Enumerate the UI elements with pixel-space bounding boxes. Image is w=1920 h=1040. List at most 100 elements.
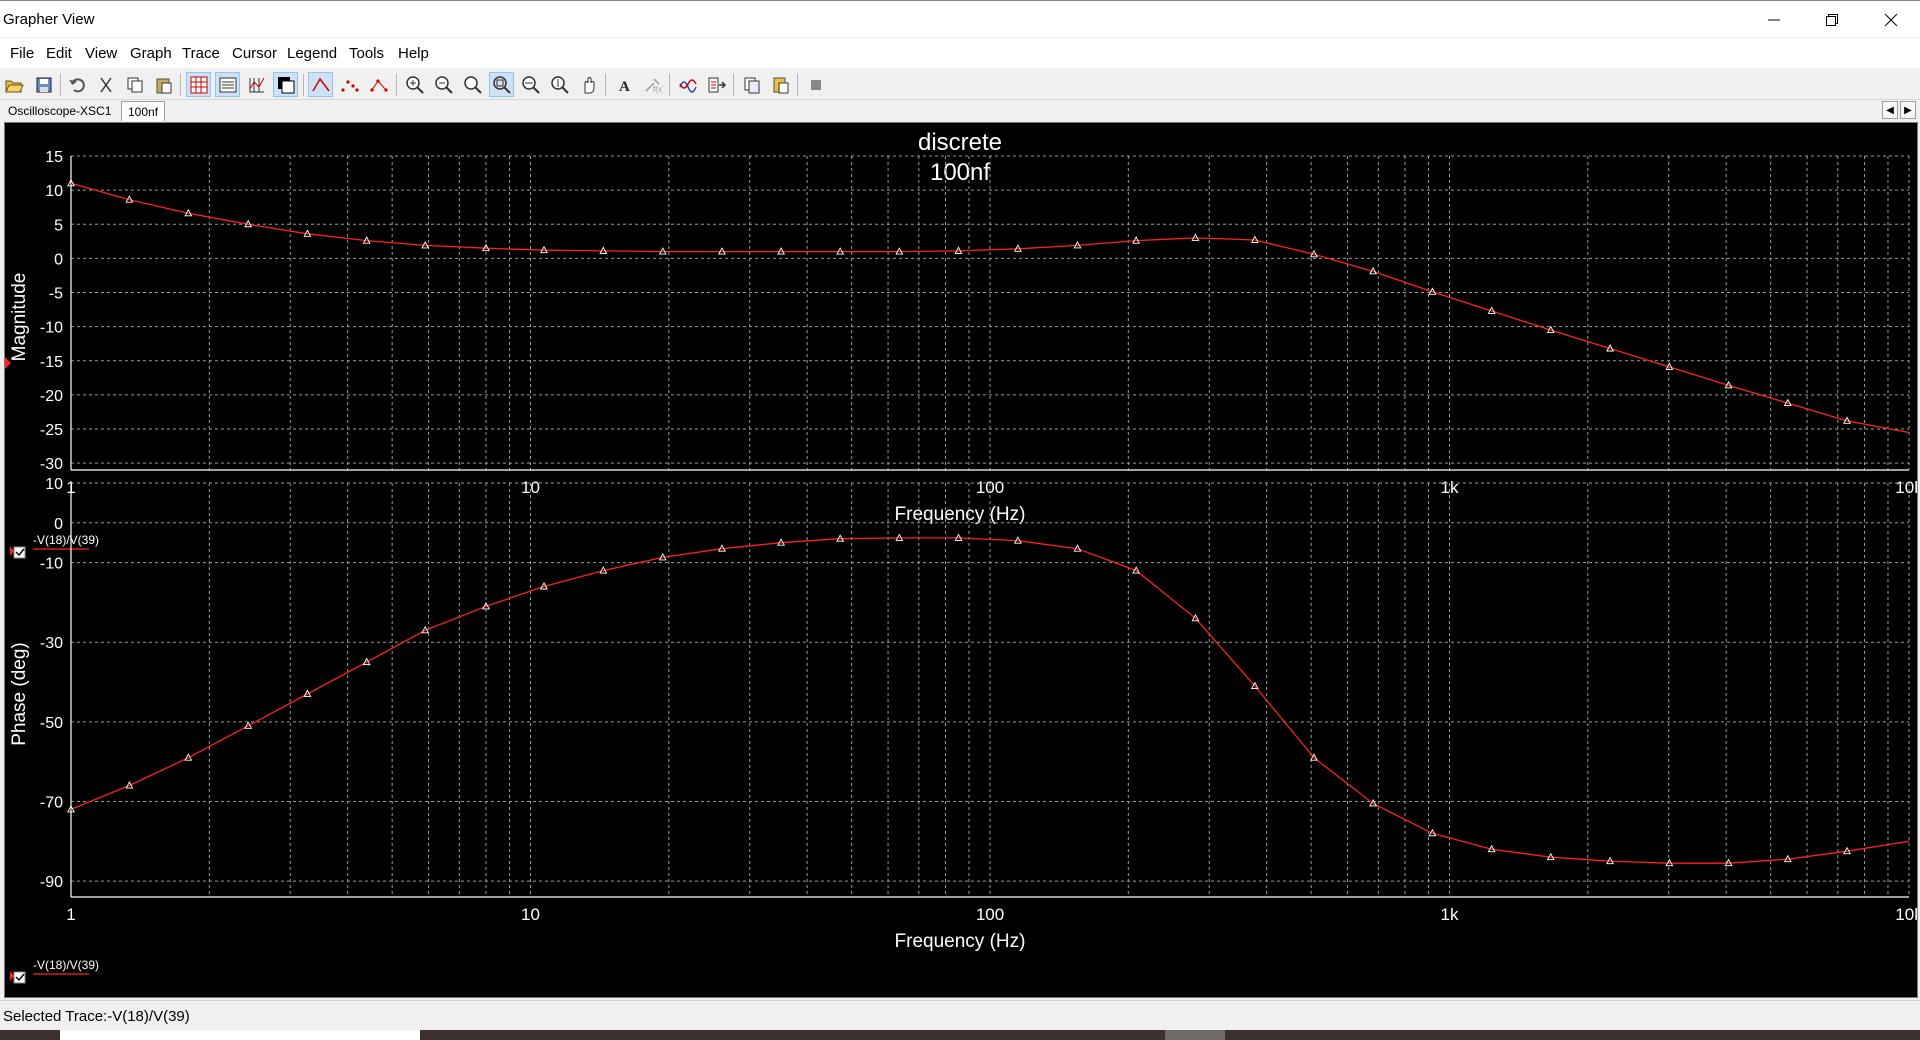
grid-icon (190, 76, 207, 93)
annotate-icon: f(x) (644, 77, 663, 94)
annotate-button[interactable]: f(x) (640, 72, 665, 97)
svg-text:f(x): f(x) (653, 85, 663, 94)
dots-trace-icon (340, 79, 359, 92)
x-tick-label: 1 (66, 905, 75, 924)
menu-trace[interactable]: Trace (182, 45, 220, 62)
paste-button[interactable] (151, 72, 176, 97)
export-button[interactable] (704, 72, 729, 97)
dots-trace-button[interactable] (337, 72, 362, 97)
legend[interactable]: -V(18)/V(39) (10, 533, 99, 559)
copy-graph-icon (744, 77, 759, 93)
stop-icon (810, 79, 821, 90)
copy-button[interactable] (122, 72, 147, 97)
bode-plot[interactable]: discrete 100nf 1101001k10k151050-5-10-15… (5, 123, 1917, 997)
pan-icon (584, 76, 594, 93)
minimize-button[interactable] (1745, 1, 1803, 38)
menu-view[interactable]: View (85, 45, 117, 62)
legend[interactable]: -V(18)/V(39) (10, 958, 99, 984)
menu-cursor[interactable]: Cursor (232, 45, 277, 62)
close-button[interactable] (1862, 1, 1920, 38)
text-button[interactable]: A (611, 72, 636, 97)
y-axis-label: Magnitude (9, 273, 30, 362)
grid-button[interactable] (186, 72, 211, 97)
selected-trace-marker-icon (10, 546, 14, 556)
paste-graph-icon (773, 77, 788, 93)
graph-area[interactable]: discrete 100nf 1101001k10k151050-5-10-15… (4, 122, 1918, 998)
zoom-out-icon (434, 75, 453, 94)
copy-icon (127, 77, 142, 92)
zoom-out-button[interactable] (431, 72, 456, 97)
tab-scroll-right-button[interactable]: ▶ (1900, 101, 1916, 119)
minimize-icon (1768, 19, 1780, 20)
magnitude-panel[interactable]: 1101001k10k151050-5-10-15-20-25-30Freque… (5, 149, 1917, 559)
undo-button[interactable] (64, 72, 89, 97)
open-button[interactable] (1, 72, 26, 97)
chevron-left-icon: ◀ (1886, 104, 1894, 116)
menu-help[interactable]: Help (398, 45, 429, 62)
y-tick-label: -10 (40, 556, 63, 573)
cut-button[interactable] (93, 72, 118, 97)
grapher-window: Grapher View File Edit View Graph Trace … (0, 0, 1920, 1040)
x-axis-label: Frequency (Hz) (895, 931, 1026, 952)
menu-file[interactable]: File (10, 45, 34, 62)
taskbar-strip (0, 1030, 1920, 1040)
tab-100nf[interactable]: 100nf (121, 101, 166, 121)
graph-subtitle: 100nf (930, 159, 990, 186)
cursors-button[interactable] (244, 72, 269, 97)
y-tick-label: -15 (40, 354, 63, 371)
zoom-in-button[interactable] (402, 72, 427, 97)
save-button[interactable] (31, 72, 56, 97)
tab-scroll-left-button[interactable]: ◀ (1882, 101, 1898, 119)
x-tick-label: 10k (1895, 478, 1917, 497)
save-icon (36, 77, 51, 92)
overlay-traces-button[interactable] (675, 72, 700, 97)
toolbar-separator (180, 74, 181, 96)
line-trace-button[interactable] (308, 72, 333, 97)
show-legend-button[interactable] (215, 72, 240, 97)
reverse-colors-button[interactable] (273, 72, 298, 97)
zoom-y-button[interactable] (547, 72, 572, 97)
y-tick-label: 5 (54, 217, 63, 234)
copy-graph-button[interactable] (739, 72, 764, 97)
status-text: Selected Trace:-V(18)/V(39) (3, 1008, 190, 1025)
zoom-x-button[interactable] (518, 72, 543, 97)
y-tick-label: -10 (40, 320, 63, 337)
overlay-traces-icon (678, 78, 697, 93)
zoom-full-button[interactable] (489, 72, 514, 97)
y-tick-label: -20 (40, 388, 63, 405)
phase-panel[interactable]: 1101001k10k100-10-30-50-70-90Frequency (… (9, 476, 1917, 984)
menu-tools[interactable]: Tools (349, 45, 384, 62)
undo-icon (68, 77, 85, 92)
zoom-y-icon (550, 75, 569, 94)
toolbar-separator (733, 74, 734, 96)
export-icon (708, 77, 726, 92)
y-tick-label: -25 (40, 422, 63, 439)
taskbar-segment (1165, 1030, 1225, 1040)
y-tick-label: -30 (40, 635, 63, 652)
line-dots-trace-button[interactable] (366, 72, 391, 97)
legend-label: -V(18)/V(39) (33, 958, 99, 972)
paste-graph-button[interactable] (768, 72, 793, 97)
legend-label: -V(18)/V(39) (33, 533, 99, 547)
stop-button[interactable] (803, 72, 828, 97)
menu-legend[interactable]: Legend (287, 45, 337, 62)
menu-edit[interactable]: Edit (46, 45, 72, 62)
x-tick-label: 10k (1895, 905, 1917, 924)
tab-oscilloscope-xsc1[interactable]: Oscilloscope-XSC1 (2, 101, 117, 121)
graph-title: discrete (918, 129, 1002, 156)
show-legend-icon (219, 77, 236, 92)
y-tick-label: 0 (54, 516, 63, 533)
pan-button[interactable] (576, 72, 601, 97)
toolbar-separator (396, 74, 397, 96)
menu-graph[interactable]: Graph (130, 45, 172, 62)
zoom-area-button[interactable] (460, 72, 485, 97)
zoom-in-icon (405, 75, 424, 94)
toolbar-separator (605, 74, 606, 96)
restore-icon (1826, 13, 1838, 26)
y-tick-label: -5 (49, 286, 63, 303)
line-trace-icon (311, 77, 330, 91)
restore-button[interactable] (1803, 1, 1861, 38)
line-dots-trace-icon (369, 78, 388, 92)
open-icon (4, 80, 24, 92)
y-axis-label: Phase (deg) (9, 642, 30, 746)
